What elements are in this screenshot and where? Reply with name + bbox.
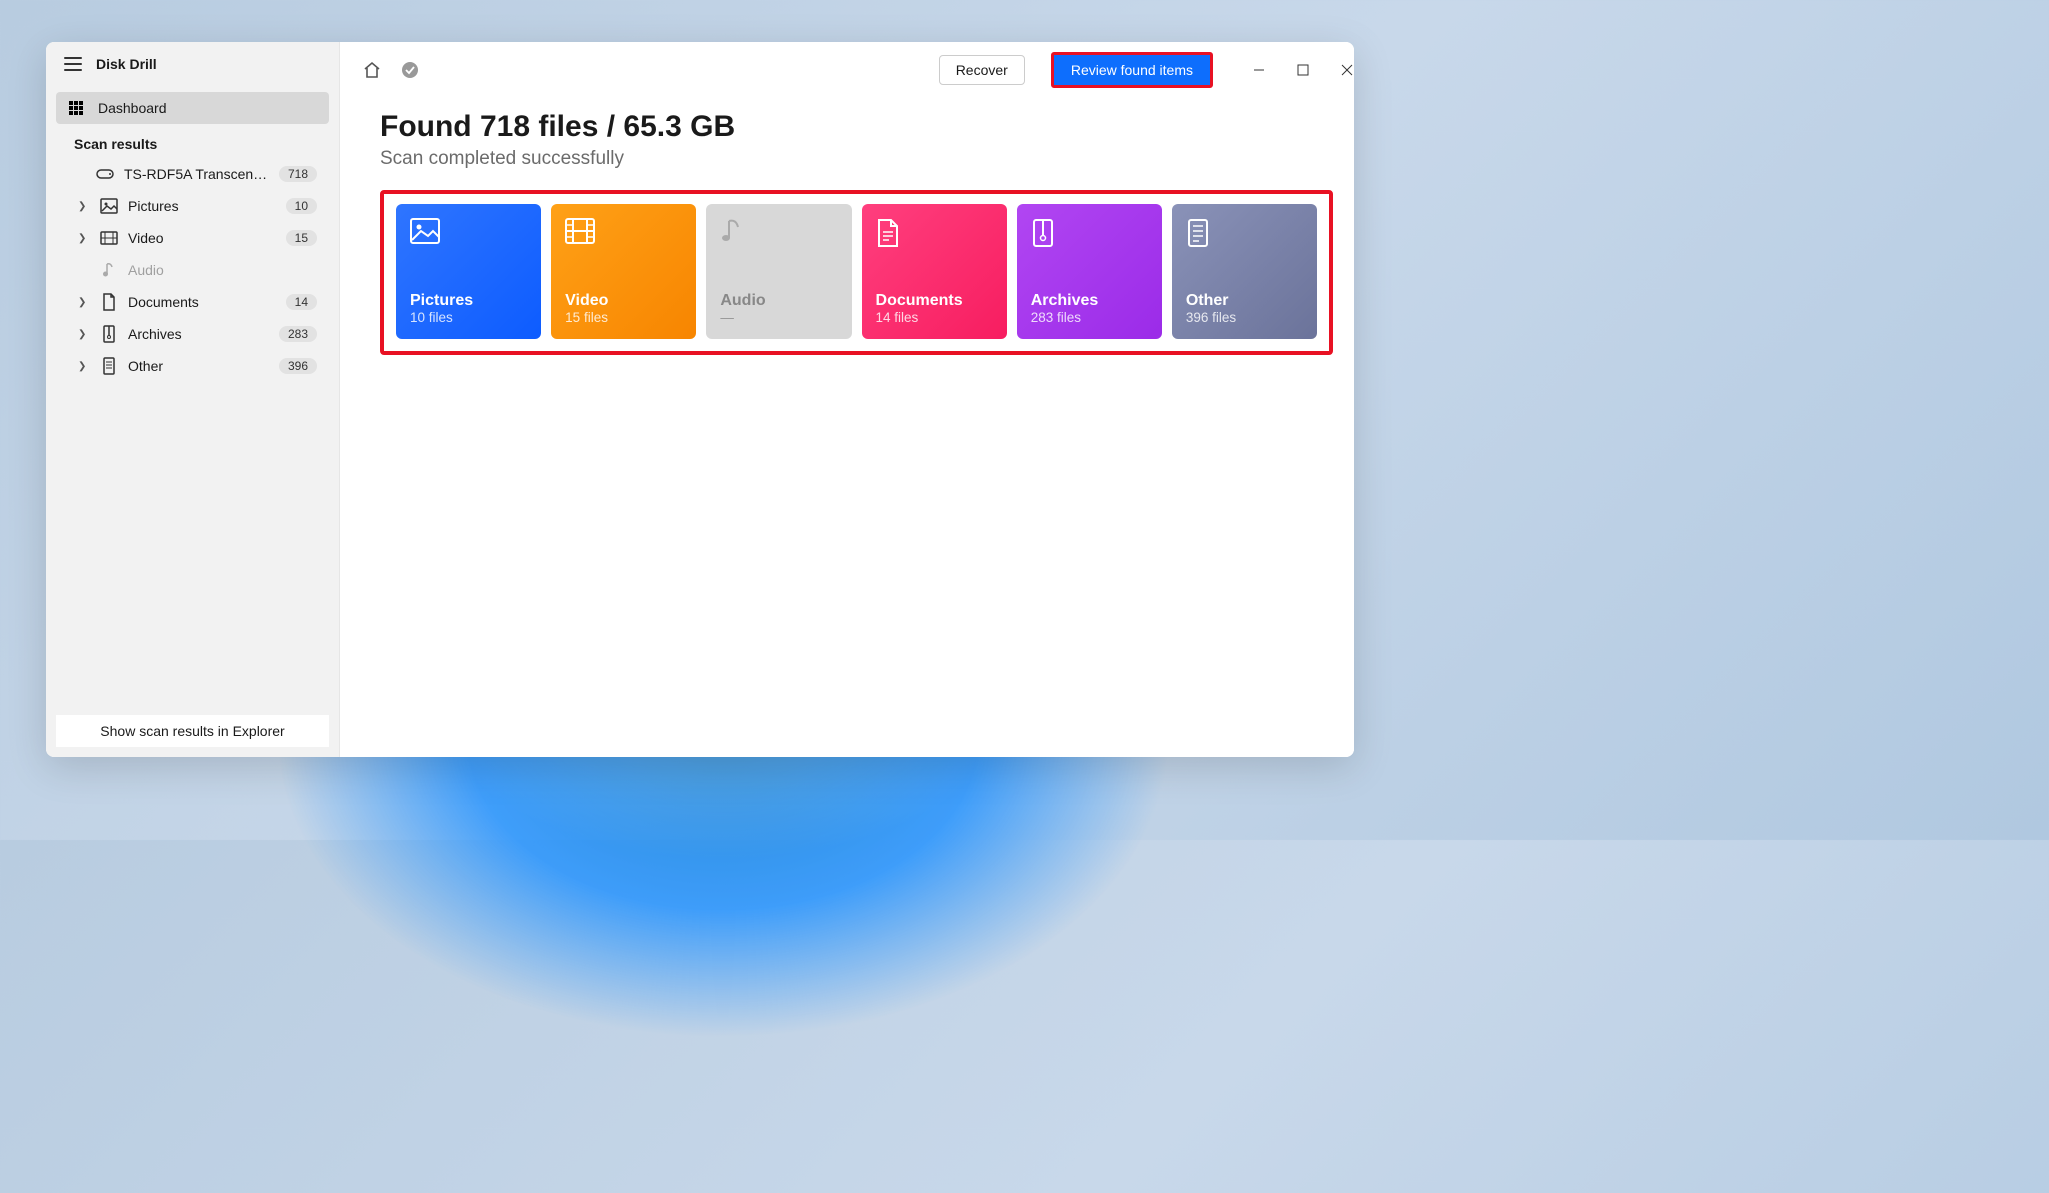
card-archives[interactable]: Archives 283 files xyxy=(1017,204,1162,339)
tree-label: Video xyxy=(128,230,276,246)
tree-label: Audio xyxy=(128,262,317,278)
count-badge: 718 xyxy=(279,166,317,182)
chevron-right-icon: ❯ xyxy=(78,361,90,372)
sidebar-footer: Show scan results in Explorer xyxy=(46,705,339,757)
sidebar: Disk Drill Dashboard Scan results TS-RDF… xyxy=(46,42,340,757)
card-title: Documents xyxy=(876,292,993,310)
tree-other[interactable]: ❯ Other 396 xyxy=(56,350,329,382)
show-in-explorer-button[interactable]: Show scan results in Explorer xyxy=(56,715,329,747)
card-title: Other xyxy=(1186,292,1303,310)
count-badge: 15 xyxy=(286,230,317,246)
highlight-review: Review found items xyxy=(1051,52,1213,88)
archive-icon xyxy=(1031,218,1059,246)
app-title: Disk Drill xyxy=(96,56,157,72)
tree-device[interactable]: TS-RDF5A Transcend US... 718 xyxy=(56,158,329,190)
document-icon xyxy=(876,218,904,246)
page-title: Found 718 files / 65.3 GB xyxy=(380,110,1333,144)
content: Found 718 files / 65.3 GB Scan completed… xyxy=(340,98,1354,367)
card-sub: 10 files xyxy=(410,310,527,325)
review-found-items-button[interactable]: Review found items xyxy=(1054,55,1210,85)
music-icon xyxy=(100,261,118,279)
checkmark-icon[interactable] xyxy=(396,56,424,84)
card-title: Audio xyxy=(720,292,837,310)
tree-pictures[interactable]: ❯ Pictures 10 xyxy=(56,190,329,222)
tree-label: Pictures xyxy=(128,198,276,214)
titlebar: Recover Review found items xyxy=(340,42,1354,98)
card-sub: — xyxy=(720,310,837,325)
card-other[interactable]: Other 396 files xyxy=(1172,204,1317,339)
count-badge: 10 xyxy=(286,198,317,214)
tree-video[interactable]: ❯ Video 15 xyxy=(56,222,329,254)
tree-label: TS-RDF5A Transcend US... xyxy=(124,166,269,182)
file-icon xyxy=(1186,218,1214,246)
close-icon[interactable] xyxy=(1325,55,1354,85)
chevron-right-icon: ❯ xyxy=(78,201,90,212)
window-controls xyxy=(1237,55,1354,85)
tree-archives[interactable]: ❯ Archives 283 xyxy=(56,318,329,350)
card-sub: 14 files xyxy=(876,310,993,325)
nav-dashboard[interactable]: Dashboard xyxy=(56,92,329,124)
hamburger-icon[interactable] xyxy=(64,57,82,71)
card-sub: 283 files xyxy=(1031,310,1148,325)
tree-audio[interactable]: Audio xyxy=(56,254,329,286)
cards-highlight: Pictures 10 files Video 15 files Audio — xyxy=(380,190,1333,355)
film-icon xyxy=(100,229,118,247)
section-scan-results: Scan results xyxy=(56,124,329,158)
document-icon xyxy=(100,293,118,311)
chevron-right-icon: ❯ xyxy=(78,297,90,308)
sidebar-header: Disk Drill xyxy=(46,42,339,86)
count-badge: 14 xyxy=(286,294,317,310)
archive-icon xyxy=(100,325,118,343)
card-documents[interactable]: Documents 14 files xyxy=(862,204,1007,339)
music-icon xyxy=(720,218,748,246)
page-subtitle: Scan completed successfully xyxy=(380,148,1333,170)
image-icon xyxy=(410,218,438,246)
count-badge: 396 xyxy=(279,358,317,374)
maximize-icon[interactable] xyxy=(1281,55,1325,85)
main-panel: Recover Review found items Found 718 fil… xyxy=(340,42,1354,757)
tree-documents[interactable]: ❯ Documents 14 xyxy=(56,286,329,318)
nav-label: Dashboard xyxy=(98,100,167,116)
tree-label: Other xyxy=(128,358,269,374)
chevron-right-icon: ❯ xyxy=(78,233,90,244)
film-icon xyxy=(565,218,593,246)
card-audio[interactable]: Audio — xyxy=(706,204,851,339)
app-window: Disk Drill Dashboard Scan results TS-RDF… xyxy=(46,42,1354,757)
count-badge: 283 xyxy=(279,326,317,342)
card-video[interactable]: Video 15 files xyxy=(551,204,696,339)
home-icon[interactable] xyxy=(358,56,386,84)
card-title: Archives xyxy=(1031,292,1148,310)
minimize-icon[interactable] xyxy=(1237,55,1281,85)
card-title: Pictures xyxy=(410,292,527,310)
card-sub: 15 files xyxy=(565,310,682,325)
tree-label: Archives xyxy=(128,326,269,342)
recover-button[interactable]: Recover xyxy=(939,55,1025,85)
chevron-right-icon: ❯ xyxy=(78,329,90,340)
disk-icon xyxy=(96,165,114,183)
file-icon xyxy=(100,357,118,375)
grid-icon xyxy=(68,100,84,116)
card-title: Video xyxy=(565,292,682,310)
card-pictures[interactable]: Pictures 10 files xyxy=(396,204,541,339)
card-sub: 396 files xyxy=(1186,310,1303,325)
sidebar-nav: Dashboard Scan results TS-RDF5A Transcen… xyxy=(46,86,339,705)
tree-label: Documents xyxy=(128,294,276,310)
image-icon xyxy=(100,197,118,215)
